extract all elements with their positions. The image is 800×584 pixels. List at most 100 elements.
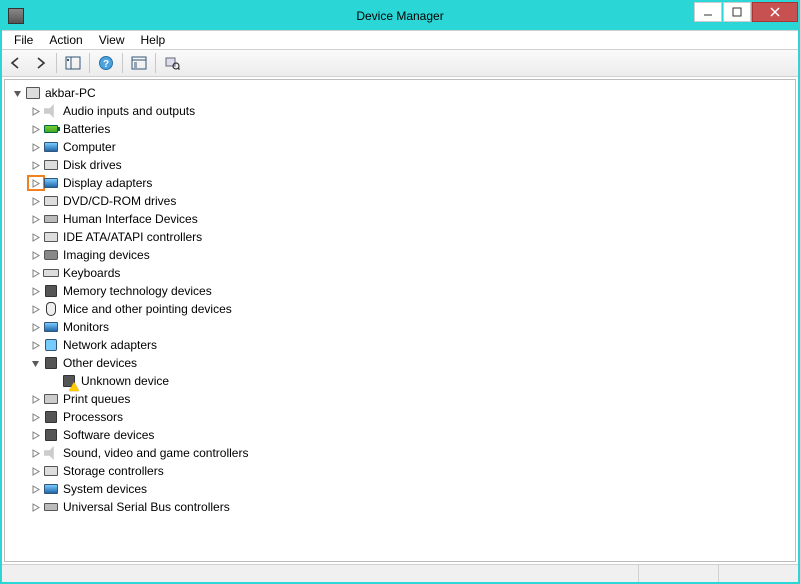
tree-item-label: Keyboards [63, 266, 124, 280]
maximize-button[interactable] [723, 2, 751, 22]
menu-action[interactable]: Action [41, 31, 90, 49]
monitor-icon [43, 319, 59, 335]
expand-icon[interactable] [29, 177, 41, 189]
chip-icon [43, 409, 59, 425]
tree-root-item[interactable]: akbar-PC [11, 84, 789, 102]
close-button[interactable] [752, 2, 798, 22]
expand-icon[interactable] [29, 249, 41, 261]
tree-item[interactable]: Computer [29, 138, 789, 156]
pc-icon [25, 85, 41, 101]
toolbar-separator [89, 53, 90, 73]
disk-icon [43, 463, 59, 479]
expand-icon[interactable] [29, 267, 41, 279]
tree-item-label: Universal Serial Bus controllers [63, 500, 234, 514]
tree-item[interactable]: System devices [29, 480, 789, 498]
tree-item[interactable]: Network adapters [29, 336, 789, 354]
usb-icon [43, 211, 59, 227]
collapse-icon[interactable] [11, 87, 23, 99]
menu-help[interactable]: Help [133, 31, 174, 49]
expand-icon[interactable] [29, 429, 41, 441]
expand-icon[interactable] [29, 483, 41, 495]
expand-icon[interactable] [29, 339, 41, 351]
window-controls [693, 2, 798, 30]
expand-icon[interactable] [29, 105, 41, 117]
tree-item[interactable]: Batteries [29, 120, 789, 138]
app-icon [8, 8, 24, 24]
tree-item-label: System devices [63, 482, 151, 496]
show-hide-tree-button[interactable] [62, 52, 84, 74]
tree-item[interactable]: Disk drives [29, 156, 789, 174]
battery-icon [43, 121, 59, 137]
tree-item[interactable]: Processors [29, 408, 789, 426]
back-button[interactable] [5, 52, 27, 74]
expand-icon[interactable] [29, 231, 41, 243]
printer-icon [43, 391, 59, 407]
tree-item-label: Other devices [63, 356, 141, 370]
tree-item[interactable]: Print queues [29, 390, 789, 408]
statusbar [2, 564, 798, 582]
cam-icon [43, 247, 59, 263]
titlebar: Device Manager [2, 2, 798, 30]
expand-icon[interactable] [29, 159, 41, 171]
tree-item-label: IDE ATA/ATAPI controllers [63, 230, 206, 244]
tree-item-label: Imaging devices [63, 248, 154, 262]
speaker-icon [43, 103, 59, 119]
tree-item[interactable]: Display adapters [29, 174, 789, 192]
tree-item[interactable]: Other devices [29, 354, 789, 372]
speaker-icon [43, 445, 59, 461]
svg-text:?: ? [103, 59, 109, 70]
tree-item[interactable]: Mice and other pointing devices [29, 300, 789, 318]
tree-item[interactable]: IDE ATA/ATAPI controllers [29, 228, 789, 246]
tree-item-label: Memory technology devices [63, 284, 216, 298]
properties-button[interactable] [128, 52, 150, 74]
tree-item[interactable]: Universal Serial Bus controllers [29, 498, 789, 516]
scan-hardware-button[interactable] [161, 52, 183, 74]
device-tree-panel[interactable]: akbar-PCAudio inputs and outputs Batterie… [4, 79, 796, 562]
tree-item-label: Sound, video and game controllers [63, 446, 252, 460]
expand-icon[interactable] [29, 303, 41, 315]
tree-item[interactable]: Human Interface Devices [29, 210, 789, 228]
expand-icon[interactable] [29, 411, 41, 423]
tree-item-label: Software devices [63, 428, 158, 442]
menu-view[interactable]: View [91, 31, 133, 49]
tree-item[interactable]: Monitors [29, 318, 789, 336]
tree-item-label: Network adapters [63, 338, 161, 352]
tree-item-label: Mice and other pointing devices [63, 302, 236, 316]
menu-file[interactable]: File [6, 31, 41, 49]
expand-icon[interactable] [29, 123, 41, 135]
expand-icon[interactable] [29, 195, 41, 207]
collapse-icon[interactable] [29, 357, 41, 369]
chip-icon [43, 283, 59, 299]
expand-icon[interactable] [29, 213, 41, 225]
monitor-icon [43, 139, 59, 155]
tree-item[interactable]: Software devices [29, 426, 789, 444]
expand-icon[interactable] [29, 285, 41, 297]
tree-item-label: Batteries [63, 122, 114, 136]
statusbar-cell [638, 565, 718, 582]
tree-item[interactable]: Memory technology devices [29, 282, 789, 300]
tree-item[interactable]: Sound, video and game controllers [29, 444, 789, 462]
tree-item[interactable]: DVD/CD-ROM drives [29, 192, 789, 210]
tree-item[interactable]: Unknown device [47, 372, 789, 390]
disk-icon [43, 229, 59, 245]
tree-item[interactable]: Audio inputs and outputs [29, 102, 789, 120]
expand-icon[interactable] [29, 447, 41, 459]
help-button[interactable]: ? [95, 52, 117, 74]
tree-item[interactable]: Keyboards [29, 264, 789, 282]
minimize-button[interactable] [694, 2, 722, 22]
expand-icon[interactable] [29, 141, 41, 153]
expand-icon[interactable] [29, 393, 41, 405]
monitor-icon [43, 481, 59, 497]
tree-item[interactable]: Imaging devices [29, 246, 789, 264]
expand-icon[interactable] [29, 321, 41, 333]
expand-icon[interactable] [29, 465, 41, 477]
statusbar-cell [718, 565, 798, 582]
toolbar-separator [122, 53, 123, 73]
tree-item-label: Unknown device [81, 374, 173, 388]
warning-overlay-icon [69, 382, 79, 391]
mouse-icon [43, 301, 59, 317]
tree-item-label: DVD/CD-ROM drives [63, 194, 180, 208]
tree-item[interactable]: Storage controllers [29, 462, 789, 480]
forward-button[interactable] [29, 52, 51, 74]
expand-icon[interactable] [29, 501, 41, 513]
